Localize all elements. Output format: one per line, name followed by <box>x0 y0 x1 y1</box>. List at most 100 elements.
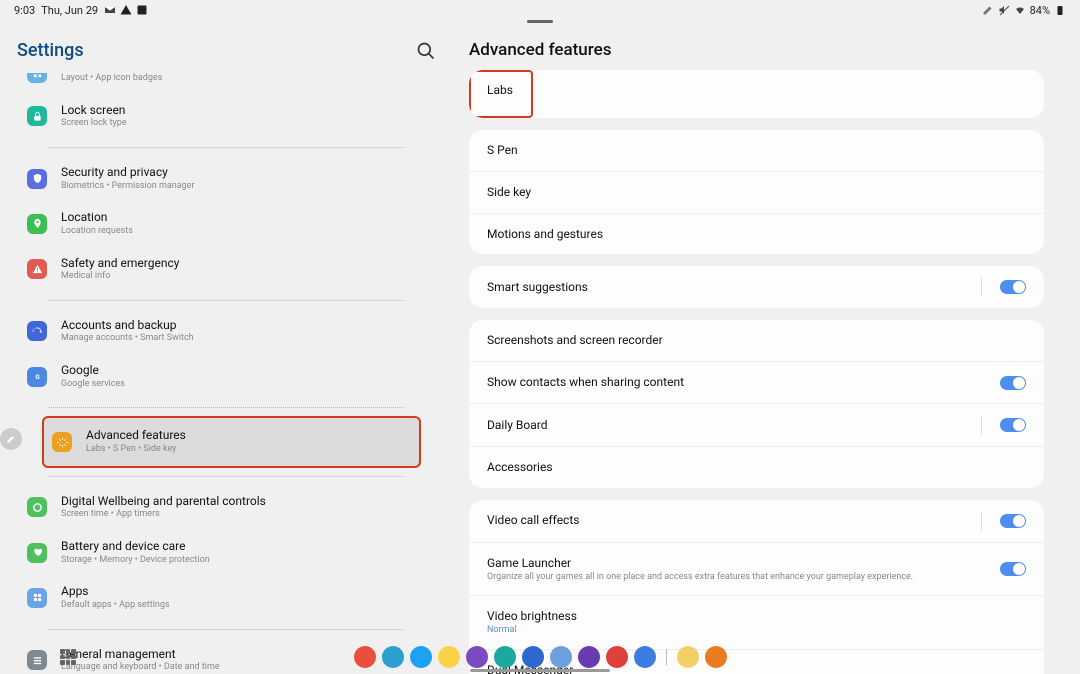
floating-pen-button[interactable] <box>0 428 22 450</box>
divider <box>49 476 404 477</box>
settings-title: Settings <box>17 40 84 61</box>
detail-group: Smart suggestions <box>469 266 1044 308</box>
taskbar-separator <box>666 649 667 665</box>
sidebar-item-title: Location <box>61 210 133 226</box>
detail-item-title: Side key <box>487 184 531 201</box>
sidebar-item-title: Battery and device care <box>61 539 210 555</box>
detail-item-title: Show contacts when sharing content <box>487 374 684 391</box>
sidebar-item-title: Apps <box>61 584 170 600</box>
sidebar-icon <box>27 214 47 234</box>
svg-text:G: G <box>35 373 40 381</box>
taskbar-app-icon[interactable] <box>466 646 488 668</box>
taskbar <box>0 646 1080 668</box>
notification-icons <box>104 4 148 16</box>
mute-icon <box>998 4 1010 16</box>
sidebar-item-title: Google <box>61 363 125 379</box>
sidebar-item-battery-and-device-care[interactable]: Battery and device careStorage • Memory … <box>17 530 436 575</box>
detail-item-title: Accessories <box>487 459 553 476</box>
sidebar-item-security-and-privacy[interactable]: Security and privacyBiometrics • Permiss… <box>17 156 436 201</box>
taskbar-app-icon[interactable] <box>410 646 432 668</box>
search-icon[interactable] <box>416 41 436 61</box>
sidebar-item-digital-wellbeing-and-parental-controls[interactable]: Digital Wellbeing and parental controlsS… <box>17 485 436 530</box>
taskbar-app-icon[interactable] <box>354 646 376 668</box>
sidebar-item-accounts-and-backup[interactable]: Accounts and backupManage accounts • Sma… <box>17 309 436 354</box>
detail-item-title: Game Launcher <box>487 555 913 572</box>
detail-item-title: Daily Board <box>487 417 547 434</box>
multi-window-handle[interactable] <box>527 20 553 23</box>
pen-icon <box>982 4 994 16</box>
sidebar-item-title: Advanced features <box>86 428 186 444</box>
sidebar-icon: G <box>27 367 47 387</box>
toggle-switch[interactable] <box>1000 280 1026 294</box>
warning-icon <box>120 4 132 16</box>
detail-item-title: Screenshots and screen recorder <box>487 332 663 349</box>
taskbar-app-icon[interactable] <box>634 646 656 668</box>
detail-item-title: Video call effects <box>487 512 579 529</box>
taskbar-app-icon[interactable] <box>578 646 600 668</box>
settings-left-panel: Settings Layout • App icon badgesLock sc… <box>0 20 453 674</box>
taskbar-app-icon[interactable] <box>606 646 628 668</box>
detail-item-smart-suggestions[interactable]: Smart suggestions <box>469 266 1044 308</box>
taskbar-app-icon[interactable] <box>382 646 404 668</box>
sidebar-item-title: Security and privacy <box>61 165 195 181</box>
detail-group: Labs <box>469 70 1044 118</box>
detail-item-video-call-effects[interactable]: Video call effects <box>469 500 1044 542</box>
sidebar-item-title: Safety and emergency <box>61 256 179 272</box>
detail-item-screenshots-and-screen-recorder[interactable]: Screenshots and screen recorder <box>469 320 1044 361</box>
sidebar-item-lock-screen[interactable]: Lock screenScreen lock type <box>17 94 436 139</box>
gesture-nav-handle[interactable] <box>470 669 610 672</box>
advanced-features-panel: Advanced features LabsS PenSide keyMotio… <box>453 20 1080 674</box>
battery-text: 84% <box>1030 4 1050 17</box>
photo-icon <box>136 4 148 16</box>
sidebar-icon <box>52 432 72 452</box>
settings-list: Layout • App icon badgesLock screenScree… <box>13 73 440 674</box>
detail-item-game-launcher[interactable]: Game LauncherOrganize all your games all… <box>469 542 1044 595</box>
status-time: 9:03 <box>14 4 35 17</box>
taskbar-app-icon[interactable] <box>494 646 516 668</box>
detail-item-title: Video brightness <box>487 608 577 625</box>
detail-item-side-key[interactable]: Side key <box>469 171 1044 213</box>
status-right: 84% <box>982 4 1066 17</box>
taskbar-app-icon[interactable] <box>705 646 727 668</box>
toggle-switch[interactable] <box>1000 562 1026 576</box>
detail-item-motions-and-gestures[interactable]: Motions and gestures <box>469 213 1044 255</box>
sidebar-item-sub: Manage accounts • Smart Switch <box>61 333 194 345</box>
detail-item-s-pen[interactable]: S Pen <box>469 130 1044 171</box>
status-date: Thu, Jun 29 <box>41 4 98 17</box>
taskbar-app-icon[interactable] <box>522 646 544 668</box>
detail-item-title: Smart suggestions <box>487 279 588 296</box>
labs-item[interactable]: Labs <box>469 70 533 118</box>
taskbar-app-icon[interactable] <box>438 646 460 668</box>
detail-item-show-contacts-when-sharing-content[interactable]: Show contacts when sharing content <box>469 361 1044 403</box>
taskbar-app-icon[interactable] <box>677 646 699 668</box>
sidebar-icon <box>27 543 47 563</box>
sidebar-icon <box>27 588 47 608</box>
apps-grid-icon[interactable] <box>60 649 76 665</box>
detail-group: Screenshots and screen recorder Show cont… <box>469 320 1044 487</box>
sidebar-item-location[interactable]: LocationLocation requests <box>17 201 436 246</box>
mail-icon <box>104 4 116 16</box>
detail-group: S Pen Side key Motions and gestures <box>469 130 1044 254</box>
sidebar-item-apps[interactable]: AppsDefault apps • App settings <box>17 575 436 620</box>
sidebar-item-google[interactable]: GGoogleGoogle services <box>17 354 436 399</box>
taskbar-app-icon[interactable] <box>550 646 572 668</box>
divider <box>49 407 404 408</box>
sidebar-item-home[interactable]: Layout • App icon badges <box>17 73 436 94</box>
sidebar-icon <box>27 106 47 126</box>
divider <box>49 629 404 630</box>
sidebar-item-sub: Labs • S Pen • Side key <box>86 444 186 456</box>
sidebar-item-sub: Location requests <box>61 226 133 238</box>
sidebar-item-safety-and-emergency[interactable]: Safety and emergencyMedical info <box>17 247 436 292</box>
detail-item-title: Motions and gestures <box>487 226 603 243</box>
detail-item-sub: Organize all your games all in one place… <box>487 572 913 584</box>
sidebar-item-advanced-features[interactable]: Advanced featuresLabs • S Pen • Side key <box>42 416 421 467</box>
toggle-switch[interactable] <box>1000 514 1026 528</box>
detail-item-daily-board[interactable]: Daily Board <box>469 403 1044 446</box>
detail-item-accessories[interactable]: Accessories <box>469 446 1044 488</box>
toggle-switch[interactable] <box>1000 376 1026 390</box>
sidebar-item-sub: Screen time • App timers <box>61 509 266 521</box>
detail-item-title: S Pen <box>487 142 518 159</box>
toggle-switch[interactable] <box>1000 418 1026 432</box>
detail-item-video-brightness[interactable]: Video brightnessNormal <box>469 595 1044 648</box>
battery-icon <box>1054 4 1066 16</box>
